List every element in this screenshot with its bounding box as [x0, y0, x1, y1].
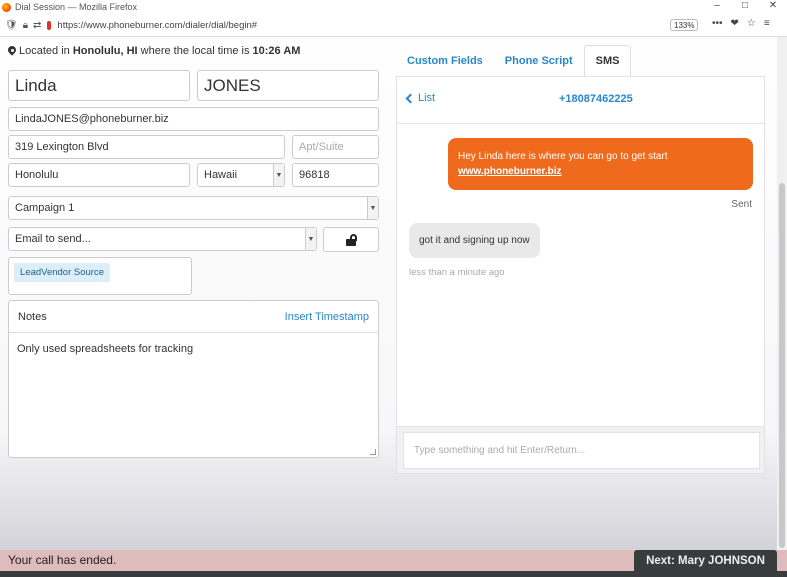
- back-label: List: [418, 92, 436, 104]
- campaign-select[interactable]: Campaign 1 ▼: [8, 196, 379, 220]
- unlock-icon: [346, 233, 357, 246]
- outgoing-message: Hey Linda here is where you can go to ge…: [448, 138, 753, 190]
- browser-address-bar: 🛡︎ 🔒︎ ⇄ https://www.phoneburner.com/dial…: [0, 14, 787, 37]
- location-info: Located in Honolulu, HI where the local …: [8, 45, 300, 57]
- location-city: Honolulu, HI: [72, 45, 138, 57]
- sent-status: Sent: [731, 199, 752, 210]
- apt-suite-input[interactable]: Apt/Suite: [292, 135, 379, 159]
- toolbar-icons: ••• ❤︎ ☆ ≡: [712, 18, 770, 29]
- shield-icon[interactable]: 🛡︎: [5, 20, 18, 31]
- email-template-value: Email to send...: [15, 233, 91, 245]
- tab-custom-fields[interactable]: Custom Fields: [396, 45, 494, 76]
- call-status-text: Your call has ended.: [8, 553, 117, 567]
- insert-timestamp-link[interactable]: Insert Timestamp: [285, 311, 369, 323]
- bookmark-star-icon[interactable]: ☆: [747, 18, 756, 29]
- campaign-value: Campaign 1: [15, 202, 75, 214]
- chevron-down-icon: ▼: [367, 197, 378, 219]
- lead-tag[interactable]: LeadVendor Source: [14, 263, 110, 282]
- microphone-icon[interactable]: [47, 20, 52, 30]
- url-field[interactable]: https://www.phoneburner.com/dialer/dial/…: [57, 20, 257, 31]
- sms-phone-number: +18087462225: [559, 93, 633, 105]
- page-scrollbar[interactable]: [777, 37, 787, 550]
- more-actions-icon[interactable]: •••: [712, 18, 723, 29]
- chevron-left-icon: [405, 93, 416, 103]
- tags-box[interactable]: LeadVendor Source: [8, 257, 192, 295]
- location-prefix: Located in: [19, 45, 73, 57]
- email-input[interactable]: LindaJONES@phoneburner.biz: [8, 107, 379, 131]
- call-status-bar: Your call has ended. Next: Mary JOHNSON: [0, 550, 787, 571]
- incoming-message: got it and signing up now: [409, 223, 540, 258]
- compose-area: Type something and hit Enter/Return...: [397, 426, 764, 473]
- incoming-message-time: less than a minute ago: [409, 267, 505, 278]
- first-name-input[interactable]: Linda: [8, 70, 190, 101]
- local-time: 10:26 AM: [252, 45, 301, 57]
- location-middle: where the local time is: [137, 45, 253, 57]
- city-input[interactable]: Honolulu: [8, 163, 190, 187]
- address-input[interactable]: 319 Lexington Blvd: [8, 135, 285, 159]
- email-template-select[interactable]: Email to send... ▼: [8, 227, 317, 251]
- sms-compose-input[interactable]: Type something and hit Enter/Return...: [403, 432, 760, 469]
- state-select[interactable]: Hawaii ▼: [197, 163, 285, 187]
- back-to-list-link[interactable]: List: [405, 92, 436, 104]
- last-name-input[interactable]: JONES: [197, 70, 379, 101]
- outgoing-message-link[interactable]: www.phoneburner.biz: [458, 166, 562, 177]
- pocket-icon[interactable]: ❤︎: [731, 18, 739, 29]
- notes-title: Notes: [18, 310, 47, 323]
- firefox-logo-icon: [2, 2, 11, 12]
- right-panel-tabs: Custom Fields Phone Script SMS: [396, 45, 632, 76]
- tab-sms[interactable]: SMS: [583, 45, 632, 76]
- minimize-button[interactable]: –: [703, 0, 731, 14]
- chevron-down-icon: ▼: [305, 228, 316, 250]
- map-pin-icon: [8, 46, 16, 56]
- permissions-icon[interactable]: ⇄: [33, 20, 41, 31]
- sms-header: List +18087462225: [397, 77, 764, 124]
- outgoing-message-text: Hey Linda here is where you can go to ge…: [458, 151, 668, 162]
- scrollbar-thumb[interactable]: [779, 183, 785, 548]
- next-contact-button[interactable]: Next: Mary JOHNSON: [634, 550, 777, 571]
- close-button[interactable]: ✕: [759, 0, 787, 14]
- bottom-strip: [0, 571, 787, 577]
- hamburger-menu-icon[interactable]: ≡: [764, 18, 770, 29]
- notes-textarea[interactable]: Only used spreadsheets for tracking: [9, 333, 378, 365]
- unlock-button[interactable]: [323, 227, 379, 252]
- window-title: Dial Session — Mozilla Firefox: [15, 2, 138, 12]
- resize-handle-icon[interactable]: [370, 449, 376, 455]
- tab-phone-script[interactable]: Phone Script: [494, 45, 584, 76]
- sms-panel: List +18087462225 Hey Linda here is wher…: [396, 76, 765, 474]
- maximize-button[interactable]: □: [731, 0, 759, 14]
- lock-icon[interactable]: 🔒︎: [23, 20, 28, 31]
- notes-panel: Notes Insert Timestamp Only used spreads…: [8, 300, 379, 458]
- zip-input[interactable]: 96818: [292, 163, 379, 187]
- zoom-level[interactable]: 133%: [670, 19, 699, 31]
- window-title-bar: Dial Session — Mozilla Firefox – □ ✕: [0, 0, 787, 14]
- notes-header: Notes Insert Timestamp: [9, 301, 378, 333]
- chevron-down-icon: ▼: [273, 164, 284, 186]
- window-controls: – □ ✕: [703, 0, 787, 14]
- state-value: Hawaii: [204, 169, 238, 181]
